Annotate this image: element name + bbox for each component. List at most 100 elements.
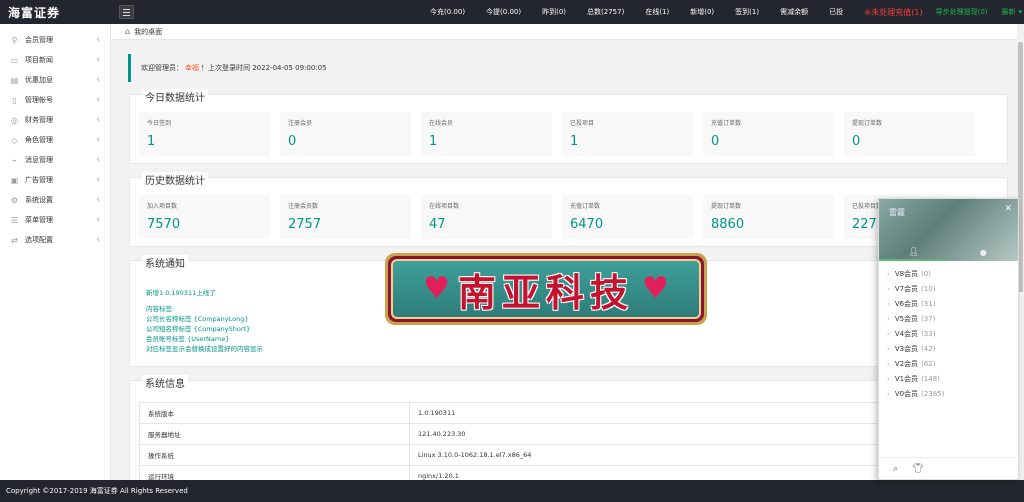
menu-toggle-button[interactable] [119,5,134,19]
list-item[interactable]: › V3会员 (42) [887,341,1018,356]
stat-value: 1 [570,134,579,149]
sidebar-item-label: 选项配置 [25,236,53,244]
pending-recharge-alert[interactable]: ④未处理充值(1) [864,7,923,18]
top-bar: 海富证券 今充(0.00) 今提(0.00) 昨到(0) 总数(2757) 在线… [0,0,1024,24]
sidebar-item-settings[interactable]: ⚙ 系统设置 ‹ [0,190,110,210]
stat-label: 加入项目数 [147,203,178,210]
panel-title: 历史数据统计 [142,172,208,187]
list-item[interactable]: › V8会员 (0) [887,266,1018,281]
list-item[interactable]: › V6会员 (31) [887,296,1018,311]
group-count: (2385) [921,389,945,398]
sidebar-item-label: 角色管理 [25,136,53,144]
stat-label: 在线会员 [429,120,454,127]
close-icon[interactable]: ✕ [1004,204,1012,214]
info-key: 运行环境 [139,465,410,480]
group-name: V0会员 [894,389,919,398]
list-item[interactable]: › V5会员 (37) [887,311,1018,326]
stat-value: 0 [711,134,720,149]
tab-my-desktop[interactable]: 我的桌面 [134,27,162,37]
info-key: 操作系统 [139,444,410,466]
stat-value: 8860 [711,217,745,232]
chevron-right-icon: › [887,269,890,278]
sidebar-item-accounts[interactable]: ▯ 管理帐号 ‹ [0,90,110,110]
sidebar: ⚲ 会员管理 ‹ ▭ 项目新闻 ‹ ▤ 优惠加息 ‹ ▯ 管理帐号 ‹ ◎ 财务管理 ‹ ◇ 角色管理… [0,24,111,480]
pending-withdraw-link[interactable]: 导步处理提现(0) [936,7,988,17]
chevron-right-icon: › [887,344,890,353]
sidebar-item-roles[interactable]: ◇ 角色管理 ‹ [0,130,110,150]
watermark-banner: ♥ 南亚科技 ♥ [385,253,707,325]
panel-title: 系统通知 [142,255,188,270]
stat-card: 提现订单数 0 [844,112,975,156]
sidebar-item-label: 项目新闻 [25,56,53,64]
sidebar-item-label: 系统设置 [25,196,53,204]
list-item[interactable]: › V4会员 (33) [887,326,1018,341]
group-name: V5会员 [894,314,919,323]
sidebar-item-finance[interactable]: ◎ 财务管理 ‹ [0,110,110,130]
sidebar-item-news[interactable]: ▭ 项目新闻 ‹ [0,50,110,70]
list-item[interactable]: › V0会员 (2385) [887,386,1018,401]
group-count: (37) [921,314,936,323]
skin-icon[interactable]: 👕︎ [912,464,923,474]
stat-label: 充值订单数 [711,120,742,127]
stat-card: 在线会员 1 [421,112,552,156]
search-icon[interactable]: ⌕ [893,464,898,474]
tab-groups[interactable]: ● [949,243,1019,261]
info-key: 系统版本 [139,402,410,424]
message-icon: ⌁ [12,155,17,165]
app-logo[interactable]: 海富证券 [0,0,111,24]
news-icon: ▭ [10,55,19,65]
stat-label: 在线项目数 [429,203,460,210]
ad-icon: ▣ [10,175,19,185]
stat-label: 注册会员数 [288,203,319,210]
table-row: 系统版本 1.0.190311 [139,402,1001,424]
chevron-left-icon: ‹ [96,235,100,245]
sidebar-item-options[interactable]: ⇄ 选项配置 ‹ [0,230,110,250]
group-count: (0) [921,269,931,278]
chevron-right-icon: › [887,284,890,293]
sidebar-item-messages[interactable]: ⌁ 消息管理 ‹ [0,150,110,170]
stat-online[interactable]: 在线(1) [645,7,669,17]
home-icon: ⌂ [125,27,131,36]
stat-value: 7570 [147,217,181,232]
stat-label: 充值订单数 [570,203,601,210]
member-group-list: › V8会员 (0) › V7会员 (10) › V6会员 (31) › V5会员 (37) ›… [879,261,1018,401]
stat-today-withdraw[interactable]: 今提(0.00) [486,7,521,17]
sidebar-item-label: 管理帐号 [25,96,53,104]
sidebar-item-ads[interactable]: ▣ 广告管理 ‹ [0,170,110,190]
group-name: V8会员 [894,269,919,278]
chevron-left-icon: ‹ [96,115,100,125]
stat-yesterday[interactable]: 昨到(0) [542,7,566,17]
stat-value: 1 [429,134,438,149]
tab-friends[interactable]: 👤︎ [879,243,949,261]
stat-total[interactable]: 总数(2757) [587,7,624,17]
sidebar-item-members[interactable]: ⚲ 会员管理 ‹ [0,30,110,50]
stat-value: 47 [429,217,446,232]
chevron-right-icon: › [887,359,890,368]
chevron-left-icon: ‹ [96,95,100,105]
stat-invested[interactable]: 已投 [829,7,843,17]
user-name: 最新 [1001,8,1016,16]
group-name: V2会员 [894,359,919,368]
sidebar-item-label: 菜单管理 [25,216,53,224]
stat-signin[interactable]: 签到(1) [735,7,759,17]
breadcrumb: ⌂ 我的桌面 [111,24,1024,40]
sidebar-item-coupon[interactable]: ▤ 优惠加息 ‹ [0,70,110,90]
topbar-stats: 今充(0.00) 今提(0.00) 昨到(0) 总数(2757) 在线(1) 新… [430,0,1022,24]
chevron-right-icon: › [887,374,890,383]
stat-today-recharge[interactable]: 今充(0.00) [430,7,465,17]
stat-value: 1 [147,134,156,149]
group-name: V4会员 [894,329,919,338]
sidebar-item-menus[interactable]: ☰ 菜单管理 ‹ [0,210,110,230]
chevron-right-icon: › [887,389,890,398]
stat-value: 0 [288,134,297,149]
stat-new[interactable]: 新增(0) [690,7,714,17]
list-item[interactable]: › V1会员 (148) [887,371,1018,386]
stat-balance[interactable]: 需减余额 [780,7,808,17]
list-item[interactable]: › V2会员 (62) [887,356,1018,371]
role-icon: ◇ [11,135,18,145]
sidebar-item-label: 财务管理 [25,116,53,124]
chevron-down-icon: ▾ [1018,8,1023,16]
list-item[interactable]: › V7会员 (10) [887,281,1018,296]
user-menu[interactable]: 最新 ▾ [1002,7,1023,17]
stat-card: 注册会员 0 [280,112,411,156]
